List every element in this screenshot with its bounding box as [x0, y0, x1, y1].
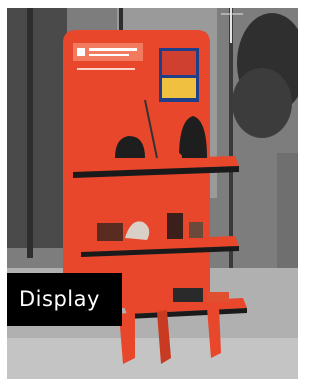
caption-label: Display: [7, 273, 122, 326]
